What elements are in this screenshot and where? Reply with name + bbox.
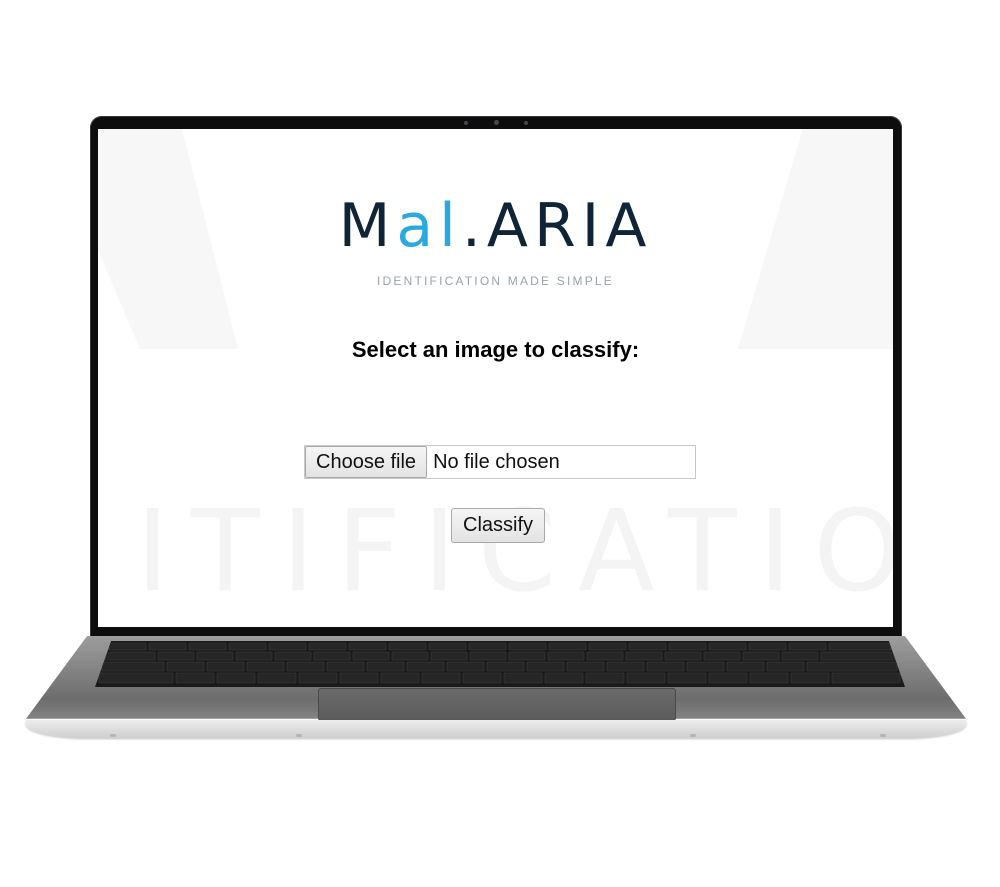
file-input[interactable]: Choose file No file chosen — [304, 445, 696, 479]
laptop-foot — [690, 734, 696, 737]
watermark-text: ITIFICATION — [136, 487, 893, 617]
laptop-foot — [296, 734, 302, 737]
laptop-front-edge — [26, 720, 966, 738]
laptop-foot — [110, 734, 116, 737]
logo-tagline: IDENTIFICATION MADE SIMPLE — [377, 274, 614, 288]
logo-text-al: al — [396, 191, 462, 261]
laptop-lid: ITIFICATION Mal.ARIA IDENTIFICATION MADE… — [90, 116, 902, 638]
classify-button[interactable]: Classify — [451, 508, 546, 543]
laptop-screen: ITIFICATION Mal.ARIA IDENTIFICATION MADE… — [98, 129, 893, 627]
logo-text-aria: .ARIA — [461, 191, 653, 261]
logo-text-m: M — [338, 191, 397, 261]
webcam-icon — [456, 120, 536, 126]
page-heading: Select an image to classify: — [351, 337, 640, 362]
touchpad — [318, 688, 676, 721]
file-status-text: No file chosen — [433, 450, 560, 473]
choose-file-button[interactable]: Choose file — [305, 446, 428, 478]
keyboard — [95, 641, 905, 687]
keyboard-keys — [98, 642, 901, 684]
malaria-logo: Mal.ARIA — [98, 191, 893, 261]
laptop-mockup: ITIFICATION Mal.ARIA IDENTIFICATION MADE… — [0, 0, 1000, 887]
laptop-foot — [880, 734, 886, 737]
